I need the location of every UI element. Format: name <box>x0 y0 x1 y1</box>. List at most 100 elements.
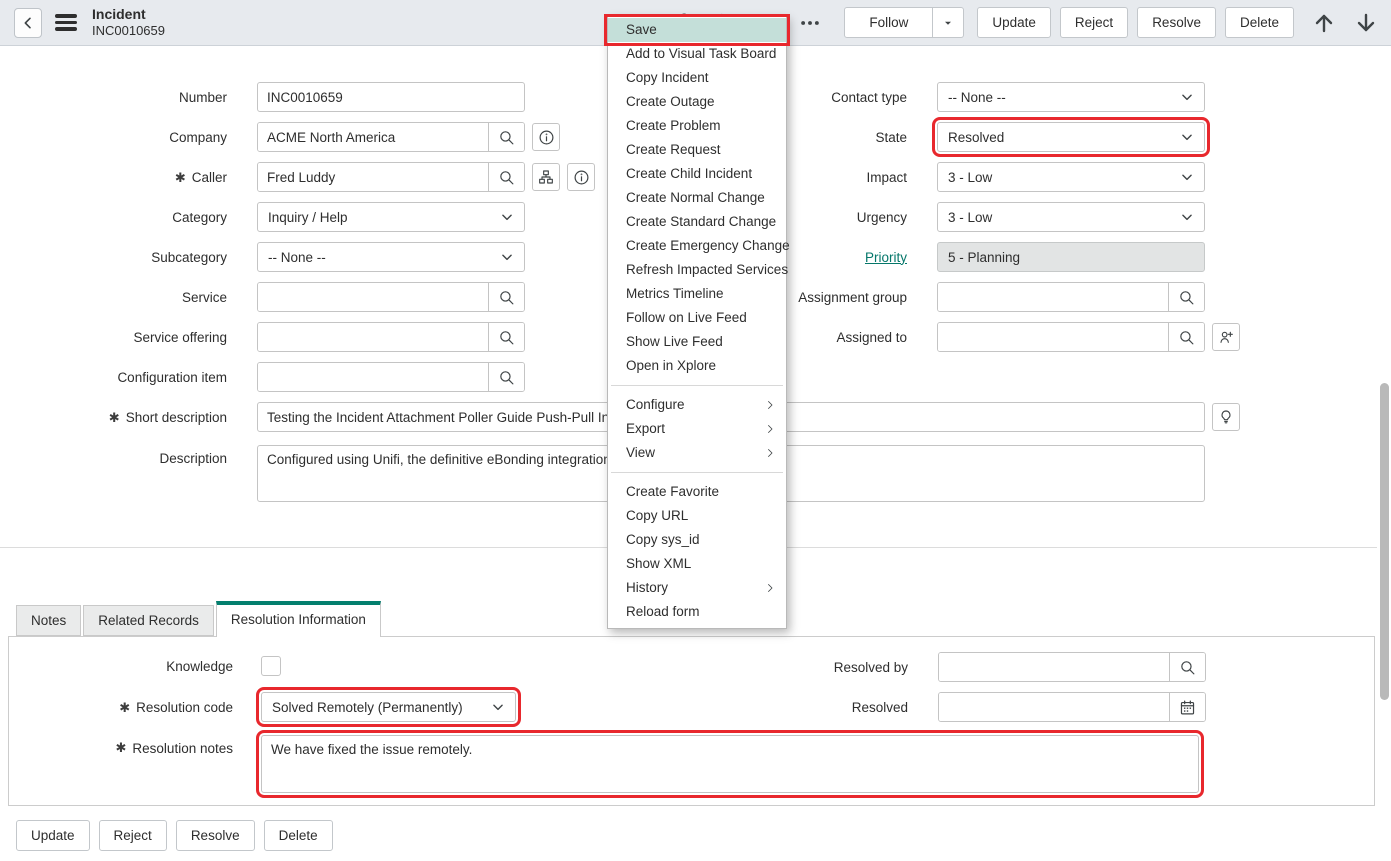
resolved-by-field <box>938 652 1206 682</box>
assigned-to-lookup-button[interactable] <box>1168 323 1204 351</box>
resolved-by-input[interactable] <box>939 653 1169 681</box>
chevron-down-icon <box>1180 170 1194 184</box>
priority-link[interactable]: Priority <box>865 250 907 265</box>
header-action-button[interactable]: Resolve <box>1137 7 1216 38</box>
context-menu-item[interactable]: Create Outage <box>608 90 786 114</box>
tab-strip: Notes Related Records Resolution Informa… <box>16 605 383 637</box>
next-record-icon[interactable] <box>1353 10 1379 36</box>
knowledge-label: Knowledge <box>166 659 233 674</box>
header-action-button[interactable]: Reject <box>1060 7 1128 38</box>
context-menu-item[interactable]: Open in Xplore <box>608 354 786 378</box>
service-offering-input[interactable] <box>258 323 488 351</box>
previous-record-icon[interactable] <box>1311 10 1337 36</box>
context-menu-item[interactable]: Show Live Feed <box>608 330 786 354</box>
context-menu-item[interactable]: Copy sys_id <box>608 528 786 552</box>
context-menu-item[interactable]: Export <box>608 417 786 441</box>
context-menu-item[interactable]: Create Standard Change <box>608 210 786 234</box>
chevron-down-icon <box>500 250 514 264</box>
incident-form-page: Incident INC0010659 Follow <box>0 0 1391 861</box>
context-menu-item[interactable]: Metrics Timeline <box>608 282 786 306</box>
context-menu-item[interactable]: Configure <box>608 393 786 417</box>
chevron-down-icon <box>491 700 505 714</box>
resolution-notes-textarea[interactable]: We have fixed the issue remotely. <box>261 735 1199 793</box>
configuration-item-field <box>257 362 525 392</box>
follow-button[interactable]: Follow <box>844 7 933 38</box>
tab[interactable]: Notes <box>16 605 81 636</box>
context-menu-item[interactable]: Save <box>608 18 786 42</box>
assigned-to-field <box>937 322 1205 352</box>
context-menu-item[interactable]: Create Favorite <box>608 480 786 504</box>
context-menu-item[interactable]: Follow on Live Feed <box>608 306 786 330</box>
resolution-code-select[interactable]: Solved Remotely (Permanently) <box>261 692 516 722</box>
resolved-label: Resolved <box>852 700 908 715</box>
footer-action-button[interactable]: Resolve <box>176 820 255 851</box>
company-input[interactable] <box>258 123 488 151</box>
subcategory-select[interactable]: -- None -- <box>257 242 525 272</box>
state-label: State <box>875 130 907 145</box>
record-title: Incident INC0010659 <box>92 6 165 40</box>
context-menu-item[interactable]: History <box>608 576 786 600</box>
context-menu-item[interactable]: Refresh Impacted Services <box>608 258 786 282</box>
configuration-item-lookup-button[interactable] <box>488 363 524 391</box>
form-context-menu-icon[interactable] <box>55 14 77 31</box>
assignment-group-lookup-button[interactable] <box>1168 283 1204 311</box>
resolved-calendar-button[interactable] <box>1169 693 1205 721</box>
context-menu-item[interactable]: Create Request <box>608 138 786 162</box>
required-marker: ✱ <box>119 701 130 714</box>
urgency-select[interactable]: 3 - Low <box>937 202 1205 232</box>
knowledge-checkbox[interactable] <box>261 656 281 676</box>
context-menu-item[interactable]: Create Problem <box>608 114 786 138</box>
context-menu-item[interactable]: Create Emergency Change <box>608 234 786 258</box>
caller-hierarchy-button[interactable] <box>532 163 560 191</box>
context-menu-item[interactable]: Create Child Incident <box>608 162 786 186</box>
context-menu-item[interactable]: View <box>608 441 786 465</box>
company-label: Company <box>169 130 227 145</box>
context-menu-item[interactable]: Copy URL <box>608 504 786 528</box>
context-menu-item[interactable]: Add to Visual Task Board <box>608 42 786 66</box>
required-marker: ✱ <box>116 741 127 754</box>
assignment-group-input[interactable] <box>938 283 1168 311</box>
state-select[interactable]: Resolved <box>937 122 1205 152</box>
resolution-code-label: Resolution code <box>136 700 233 715</box>
footer-action-button[interactable]: Reject <box>99 820 167 851</box>
tab[interactable]: Resolution Information <box>216 601 381 637</box>
resolved-by-lookup-button[interactable] <box>1169 653 1205 681</box>
chevron-down-icon <box>1180 90 1194 104</box>
impact-select[interactable]: 3 - Low <box>937 162 1205 192</box>
assigned-to-input[interactable] <box>938 323 1168 351</box>
back-button[interactable] <box>14 8 42 38</box>
caller-input[interactable] <box>258 163 488 191</box>
category-select[interactable]: Inquiry / Help <box>257 202 525 232</box>
contact-type-select[interactable]: -- None -- <box>937 82 1205 112</box>
context-menu-item[interactable]: Show XML <box>608 552 786 576</box>
service-offering-lookup-button[interactable] <box>488 323 524 351</box>
context-menu-item[interactable]: Reload form <box>608 600 786 624</box>
assign-to-me-button[interactable] <box>1212 323 1240 351</box>
caret-down-icon <box>942 17 954 29</box>
context-menu-item[interactable]: Copy Incident <box>608 66 786 90</box>
required-marker: ✱ <box>109 411 120 424</box>
number-input[interactable] <box>257 82 525 112</box>
footer-action-button[interactable]: Update <box>16 820 90 851</box>
urgency-label: Urgency <box>857 210 907 225</box>
info-icon <box>538 129 555 146</box>
chevron-down-icon <box>1180 130 1194 144</box>
resolved-input[interactable] <box>939 693 1169 721</box>
company-preview-button[interactable] <box>532 123 560 151</box>
service-lookup-button[interactable] <box>488 283 524 311</box>
more-options-icon[interactable] <box>797 10 823 36</box>
vertical-scrollbar-thumb[interactable] <box>1380 383 1389 700</box>
caller-preview-button[interactable] <box>567 163 595 191</box>
configuration-item-input[interactable] <box>258 363 488 391</box>
service-input[interactable] <box>258 283 488 311</box>
company-lookup-button[interactable] <box>488 123 524 151</box>
suggest-knowledge-button[interactable] <box>1212 403 1240 431</box>
tab[interactable]: Related Records <box>83 605 214 636</box>
context-menu: Save Add to Visual Task Board Copy Incid… <box>607 15 787 629</box>
follow-dropdown-button[interactable] <box>933 7 964 38</box>
footer-action-button[interactable]: Delete <box>264 820 333 851</box>
caller-lookup-button[interactable] <box>488 163 524 191</box>
header-action-button[interactable]: Delete <box>1225 7 1294 38</box>
context-menu-item[interactable]: Create Normal Change <box>608 186 786 210</box>
header-action-button[interactable]: Update <box>977 7 1051 38</box>
